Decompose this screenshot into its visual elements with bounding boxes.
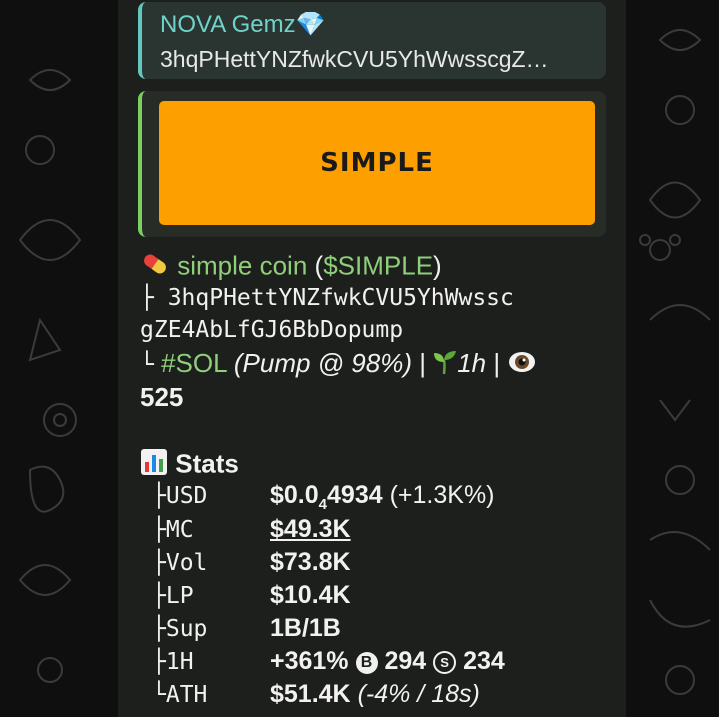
stat-key-usd: ├USD	[152, 483, 208, 509]
address-line-1[interactable]: ├ 3hqPHettYNZfwkCVU5YhWwssc	[140, 285, 514, 311]
separator: |	[419, 348, 426, 378]
reply-subtitle: 3hqPHettYNZfwkCVU5YhWwsscgZ…	[160, 46, 549, 72]
chain-line: └ #SOL (Pump @ 98%) | 1h |	[140, 348, 537, 382]
stat-key-mc: ├MC	[152, 517, 194, 543]
stat-value-usd: $0.044934 (+1.3K%)	[270, 481, 495, 513]
coin-title-line: simple coin ($SIMPLE)	[140, 249, 442, 286]
stat-key-sup: ├Sup	[152, 616, 208, 642]
eye-icon	[507, 349, 537, 382]
stat-key-vol: ├Vol	[152, 550, 208, 576]
reply-preview[interactable]: NOVA Gemz💎 3hqPHettYNZfwkCVU5YhWwsscgZ…	[138, 2, 606, 79]
message-bubble: NOVA Gemz💎 3hqPHettYNZfwkCVU5YhWwsscgZ… …	[118, 0, 626, 717]
link-preview[interactable]: SIMPLE	[138, 91, 606, 237]
ticker-close: )	[433, 250, 442, 281]
bar-chart-icon	[140, 448, 168, 483]
stat-value-ath: $51.4K (-4% / 18s)	[270, 680, 480, 708]
coin-ticker: $SIMPLE	[323, 250, 434, 281]
stat-key-lp: ├LP	[152, 583, 194, 609]
seedling-icon	[433, 349, 457, 382]
stat-key-1h: ├1H	[152, 649, 194, 675]
stat-value-sup: 1B/1B	[270, 614, 341, 642]
buys-badge-icon: B	[355, 652, 378, 674]
coin-name: simple coin	[177, 250, 308, 281]
platform-info: (Pump @ 98%)	[233, 348, 412, 378]
sells-badge-icon: S	[433, 651, 457, 674]
stat-value-lp: $10.4K	[270, 581, 351, 609]
stats-title: Stats	[175, 448, 239, 479]
address-line-2[interactable]: gZE4AbLfGJ6BbDopump	[140, 317, 403, 343]
separator: |	[493, 348, 501, 378]
stat-key-ath: └ATH	[152, 682, 208, 708]
age-value: 1h	[457, 348, 487, 378]
reply-title: NOVA Gemz💎	[160, 11, 326, 38]
stat-value-1h: +361% B 294 S 234	[270, 647, 505, 675]
preview-image[interactable]: SIMPLE	[159, 101, 595, 225]
tree-end-glyph: └	[140, 352, 154, 378]
ticker-open: (	[314, 250, 324, 281]
stat-value-mc[interactable]: $49.3K	[270, 515, 351, 544]
preview-image-text: SIMPLE	[320, 148, 434, 178]
chain-hashtag[interactable]: #SOL	[161, 348, 227, 378]
stat-value-vol: $73.8K	[270, 548, 351, 576]
stats-header: Stats	[140, 448, 239, 483]
pill-icon	[140, 249, 170, 286]
views-count: 525	[140, 382, 184, 412]
